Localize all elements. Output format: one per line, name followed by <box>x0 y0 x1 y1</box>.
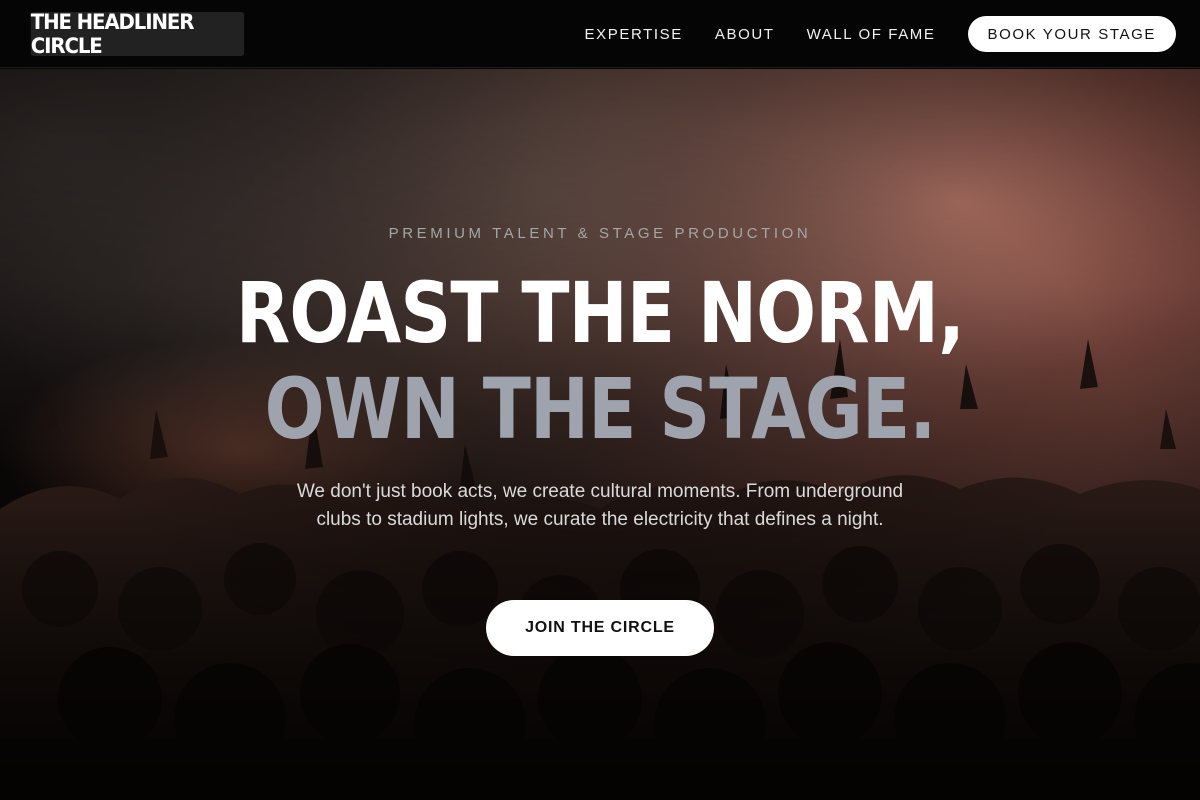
page: THE HEADLINER CIRCLE EXPERTISE ABOUT WAL… <box>0 0 1200 800</box>
nav-link-wall-of-fame[interactable]: WALL OF FAME <box>807 26 936 43</box>
hero-subtext: We don't just book acts, we create cultu… <box>296 481 904 530</box>
site-logo[interactable]: THE HEADLINER CIRCLE <box>30 10 245 58</box>
nav-link-expertise[interactable]: EXPERTISE <box>585 26 683 43</box>
hero-eyebrow: PREMIUM TALENT & STAGE PRODUCTION <box>388 225 812 242</box>
hero-content: PREMIUM TALENT & STAGE PRODUCTION ROAST … <box>0 69 1200 800</box>
site-header: THE HEADLINER CIRCLE EXPERTISE ABOUT WAL… <box>0 0 1200 68</box>
nav-link-about[interactable]: ABOUT <box>715 26 775 43</box>
join-the-circle-button[interactable]: JOIN THE CIRCLE <box>486 600 714 656</box>
hero-headline-line-2: OWN THE STAGE. <box>264 360 936 458</box>
hero-section: PREMIUM TALENT & STAGE PRODUCTION ROAST … <box>0 69 1200 800</box>
hero-headline-line-1: ROAST THE NORM, <box>235 264 965 362</box>
book-your-stage-button[interactable]: BOOK YOUR STAGE <box>967 16 1176 52</box>
main-nav: EXPERTISE ABOUT WALL OF FAME BOOK YOUR S… <box>585 16 1176 52</box>
